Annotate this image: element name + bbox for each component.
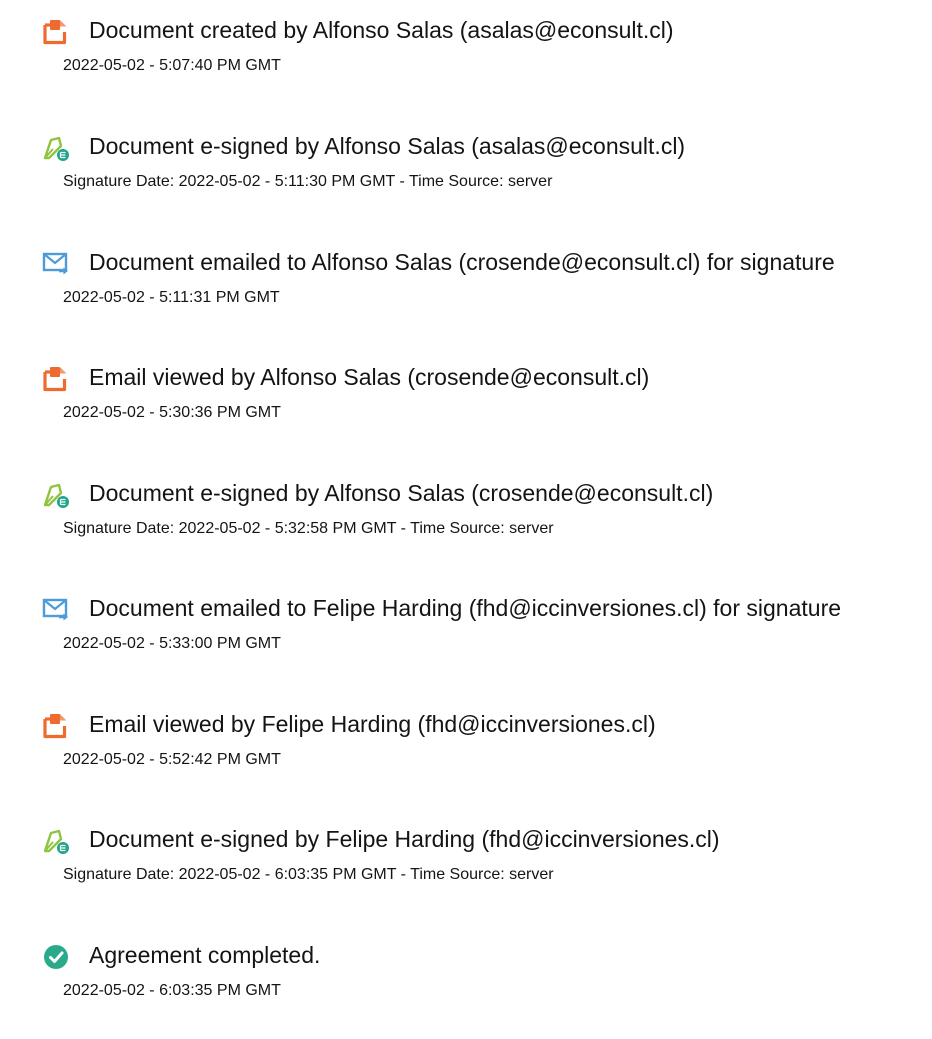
- event-title: Document emailed to Alfonso Salas (crose…: [89, 249, 835, 275]
- event-email-viewed: Email viewed by Felipe Harding (fhd@icci…: [0, 708, 932, 808]
- event-timestamp: 2022-05-02 - 5:30:36 PM GMT: [63, 404, 281, 421]
- event-title: Agreement completed.: [89, 942, 321, 968]
- event-timestamp: 2022-05-02 - 5:52:42 PM GMT: [63, 751, 281, 768]
- event-title: Email viewed by Alfonso Salas (crosende@…: [89, 364, 650, 390]
- event-title: Document e-signed by Alfonso Salas (asal…: [89, 133, 686, 159]
- audit-event-list: Document created by Alfonso Salas (asala…: [0, 0, 932, 999]
- e-signature-icon: [42, 134, 70, 162]
- event-title: Document e-signed by Felipe Harding (fhd…: [89, 826, 720, 852]
- event-document-emailed: Document emailed to Alfonso Salas (crose…: [0, 246, 932, 346]
- document-viewed-icon: [42, 712, 70, 740]
- event-timestamp: 2022-05-02 - 5:07:40 PM GMT: [63, 57, 281, 74]
- event-document-emailed: Document emailed to Felipe Harding (fhd@…: [0, 592, 932, 692]
- event-timestamp: 2022-05-02 - 5:33:00 PM GMT: [63, 635, 281, 652]
- document-created-icon: [42, 18, 70, 46]
- event-title: Email viewed by Felipe Harding (fhd@icci…: [89, 711, 656, 737]
- document-viewed-icon: [42, 365, 70, 393]
- event-timestamp: Signature Date: 2022-05-02 - 5:32:58 PM …: [63, 520, 554, 537]
- event-email-viewed: Email viewed by Alfonso Salas (crosende@…: [0, 361, 932, 461]
- event-timestamp: Signature Date: 2022-05-02 - 5:11:30 PM …: [63, 173, 553, 190]
- event-timestamp: 2022-05-02 - 6:03:35 PM GMT: [63, 982, 281, 999]
- event-title: Document emailed to Felipe Harding (fhd@…: [89, 595, 842, 621]
- event-document-e-signed: Document e-signed by Felipe Harding (fhd…: [0, 823, 932, 923]
- event-timestamp: 2022-05-02 - 5:11:31 PM GMT: [63, 289, 280, 306]
- email-sent-icon: [42, 596, 70, 624]
- event-document-e-signed: Document e-signed by Alfonso Salas (cros…: [0, 477, 932, 577]
- event-document-e-signed: Document e-signed by Alfonso Salas (asal…: [0, 130, 932, 230]
- event-title: Document created by Alfonso Salas (asala…: [89, 17, 674, 43]
- event-document-created: Document created by Alfonso Salas (asala…: [0, 14, 932, 114]
- email-sent-icon: [42, 250, 70, 278]
- e-signature-icon: [42, 481, 70, 509]
- event-agreement-completed: Agreement completed. 2022-05-02 - 6:03:3…: [0, 939, 932, 1039]
- event-title: Document e-signed by Alfonso Salas (cros…: [89, 480, 714, 506]
- event-timestamp: Signature Date: 2022-05-02 - 6:03:35 PM …: [63, 866, 554, 883]
- e-signature-icon: [42, 827, 70, 855]
- agreement-completed-icon: [42, 943, 70, 971]
